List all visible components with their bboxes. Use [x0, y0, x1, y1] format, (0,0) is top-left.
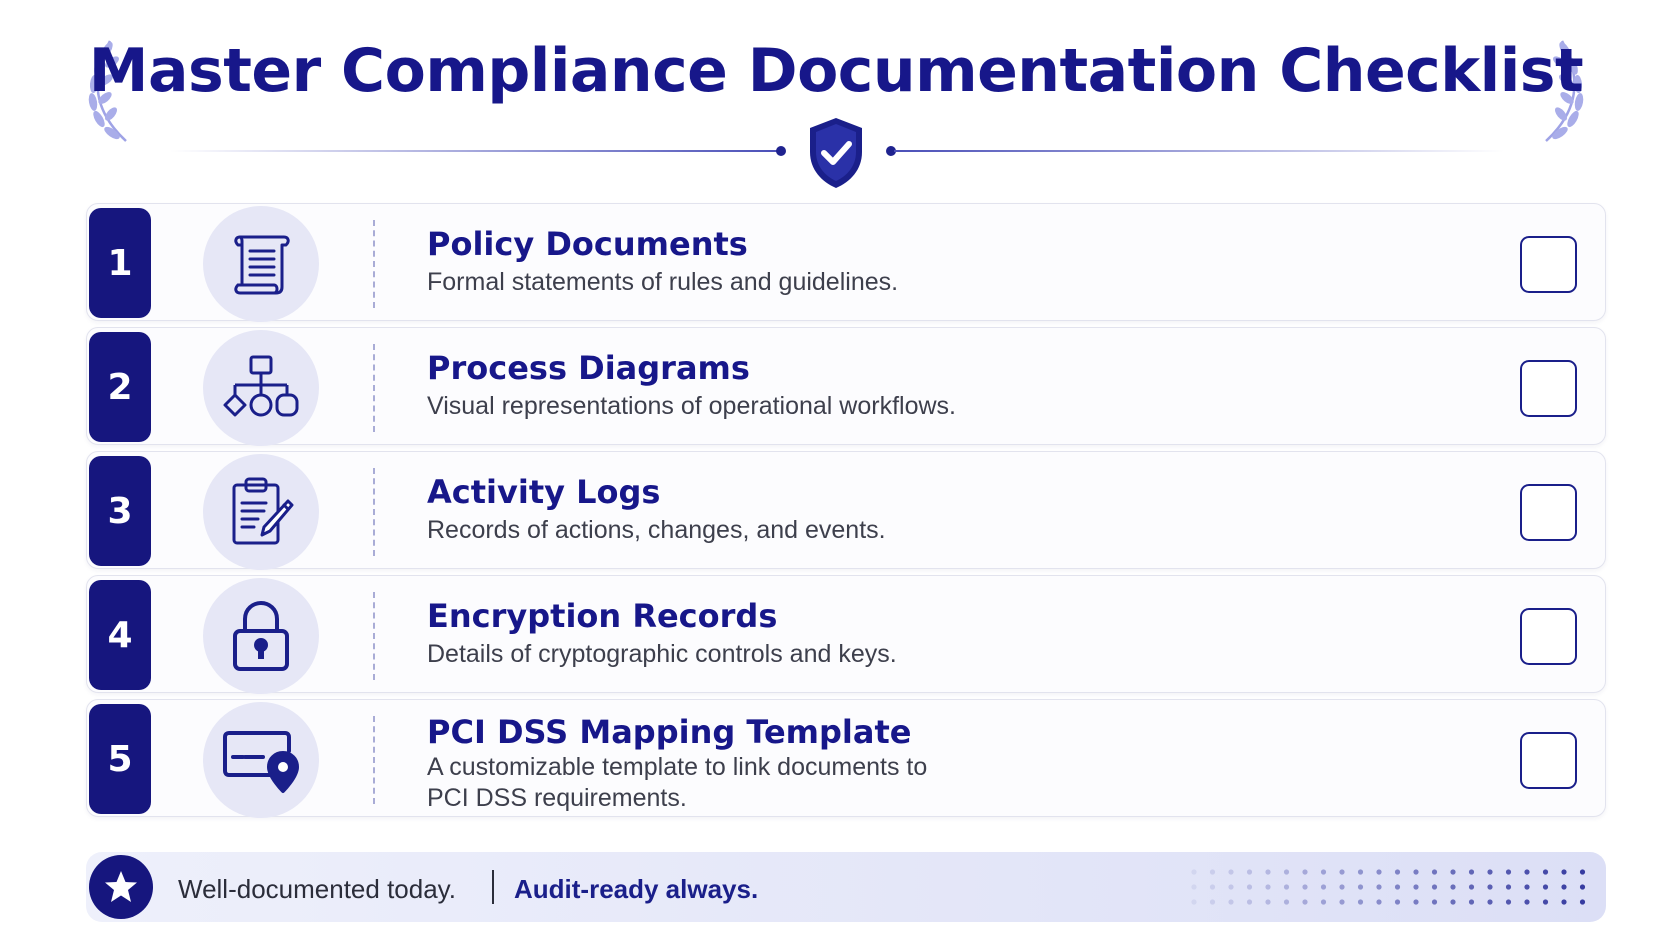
- list-item: 3 Activity Logs Records of actions, chan…: [86, 451, 1606, 570]
- title-divider-right: [894, 150, 1504, 152]
- divider-dot-left: [776, 146, 786, 156]
- card-location-icon: [203, 702, 319, 818]
- item-number: 3: [89, 456, 151, 566]
- footer-banner: Well-documented today. Audit-ready alway…: [86, 852, 1606, 922]
- item-separator: [373, 592, 375, 680]
- list-item: 1 Policy Documents Formal statements of …: [86, 203, 1606, 322]
- footer-separator: [492, 870, 494, 904]
- item-title: Encryption Records: [427, 597, 778, 635]
- item-number: 2: [89, 332, 151, 442]
- item-number: 4: [89, 580, 151, 690]
- item-separator: [373, 716, 375, 804]
- list-item: 4 Encryption Records Details of cryptogr…: [86, 575, 1606, 694]
- dot-pattern-decoration: [1191, 869, 1586, 905]
- item-number: 5: [89, 704, 151, 814]
- item-title: Activity Logs: [427, 473, 661, 511]
- flowchart-icon: [203, 330, 319, 446]
- clipboard-pen-icon: [203, 454, 319, 570]
- star-icon: [89, 855, 153, 919]
- item-checkbox[interactable]: [1520, 732, 1577, 789]
- item-number: 1: [89, 208, 151, 318]
- item-title: Process Diagrams: [427, 349, 750, 387]
- item-description: A customizable template to link document…: [427, 753, 928, 812]
- header: Master Compliance Documentation Checklis…: [0, 0, 1672, 200]
- item-description: Records of actions, changes, and events.: [427, 516, 886, 544]
- footer-tagline: Well-documented today.: [178, 874, 456, 904]
- list-item: 2 Process Diagrams Visual representation…: [86, 327, 1606, 446]
- item-description: Formal statements of rules and guideline…: [427, 268, 899, 296]
- checklist: 1 Policy Documents Formal statements of …: [86, 203, 1606, 823]
- shield-check-icon: [810, 118, 862, 188]
- item-checkbox[interactable]: [1520, 608, 1577, 665]
- page-title: Master Compliance Documentation Checklis…: [88, 36, 1584, 106]
- item-separator: [373, 220, 375, 308]
- item-separator: [373, 344, 375, 432]
- item-title: PCI DSS Mapping Template: [427, 713, 912, 751]
- padlock-icon: [203, 578, 319, 694]
- item-description: Visual representations of operational wo…: [427, 392, 956, 420]
- item-title: Policy Documents: [427, 225, 748, 263]
- title-divider-left: [170, 150, 780, 152]
- item-checkbox[interactable]: [1520, 484, 1577, 541]
- item-separator: [373, 468, 375, 556]
- scroll-document-icon: [203, 206, 319, 322]
- footer-emphasis: Audit-ready always.: [514, 874, 759, 904]
- item-description: Details of cryptographic controls and ke…: [427, 640, 897, 668]
- item-checkbox[interactable]: [1520, 360, 1577, 417]
- item-checkbox[interactable]: [1520, 236, 1577, 293]
- list-item: 5 PCI DSS Mapping Template A customizabl…: [86, 699, 1606, 818]
